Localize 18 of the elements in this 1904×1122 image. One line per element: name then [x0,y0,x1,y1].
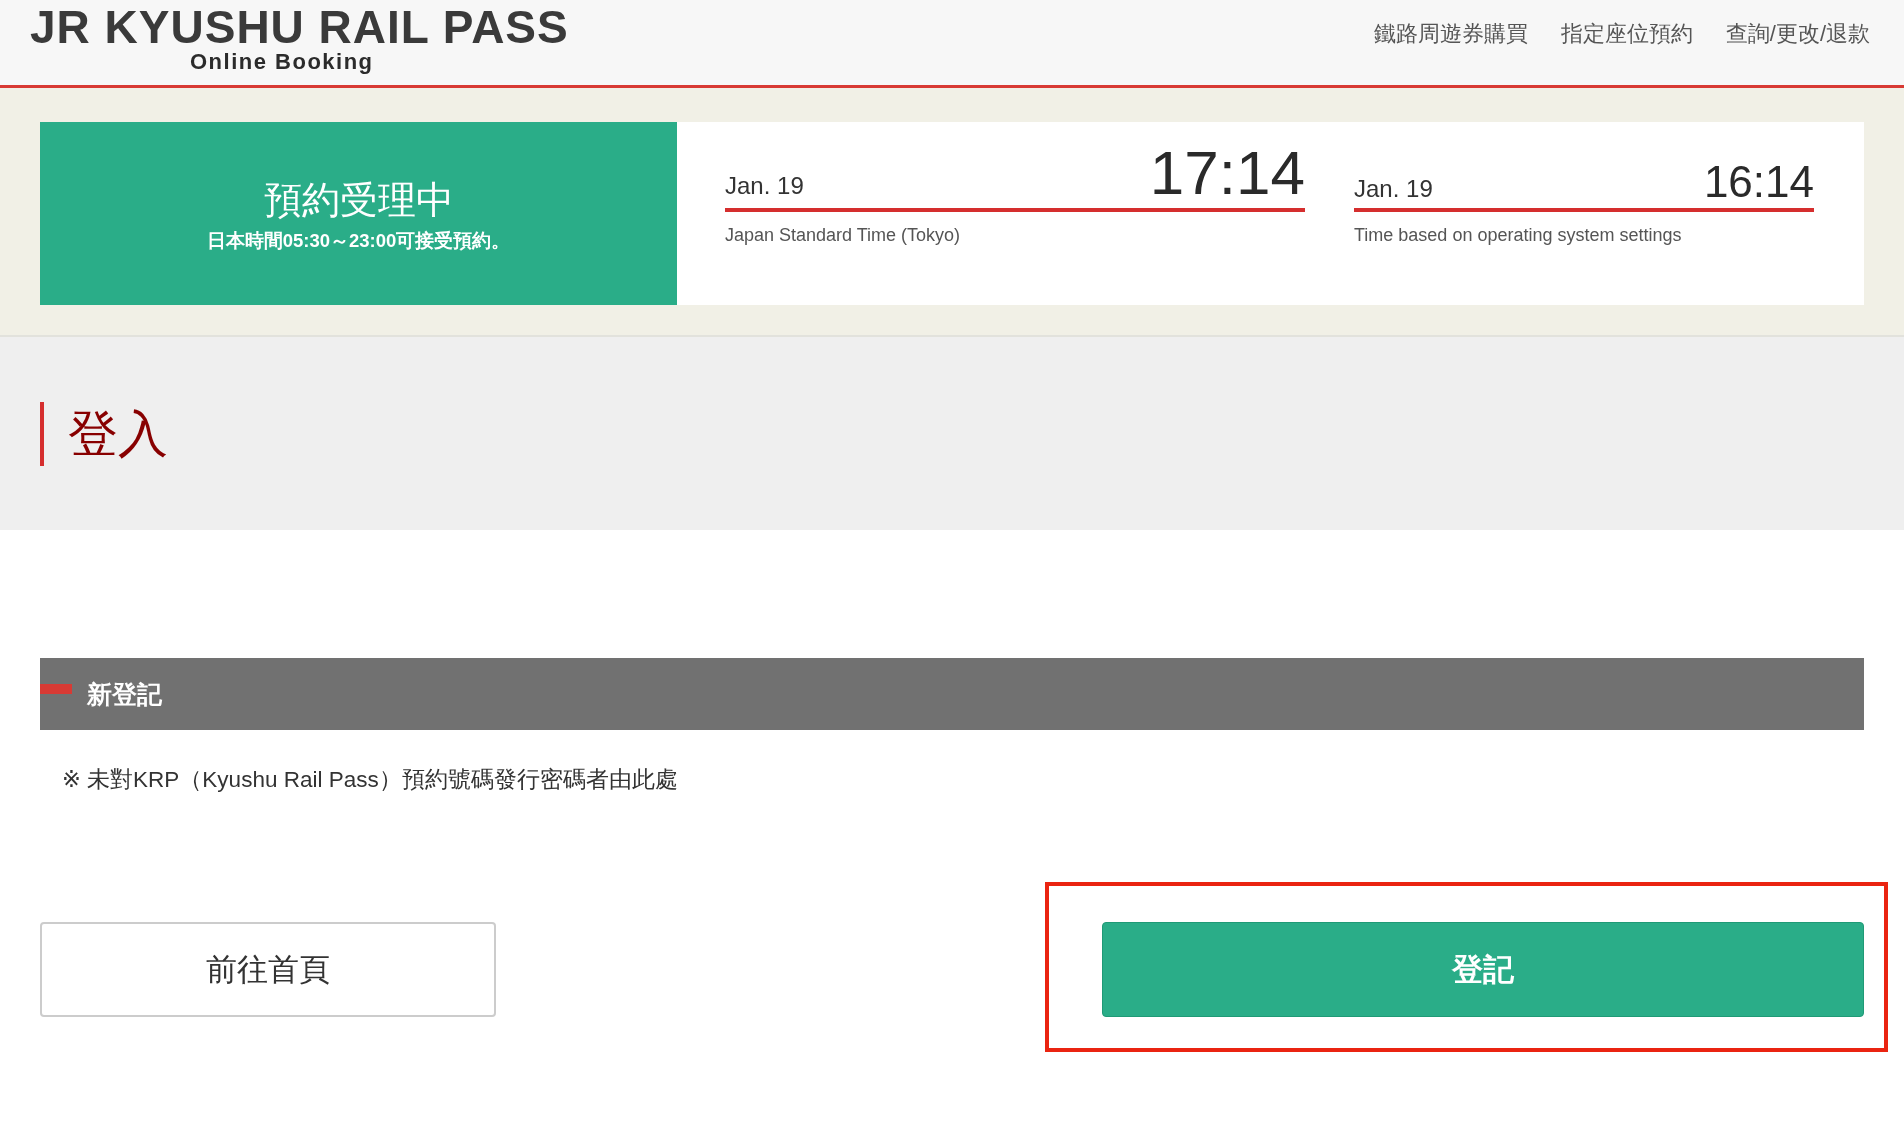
nav-link[interactable]: 鐵路周遊券購買 [1373,20,1528,48]
clock-caption: Time based on operating system settings [1354,224,1683,246]
clock-time: 16:14 [1703,156,1814,204]
section-marker [40,684,72,694]
nav-link[interactable]: 查詢/更改/退款 [1725,20,1870,48]
clock-time: 17:14 [1149,142,1305,204]
page-title: 登入 [40,401,168,466]
clock-date: Jan. 19 [1354,175,1433,203]
clock-caption: Japan Standard Time (Tokyo) [725,224,962,246]
status-title: 預約受理中 [263,177,454,223]
clock-date: Jan. 19 [725,172,804,200]
status-note: 日本時間05:30～23:00可接受預約。 [206,228,511,253]
logo-title[interactable]: JR KYUSHU RAIL PASS [30,4,569,50]
home-button[interactable]: 前往首頁 [40,922,496,1017]
logo-subtitle: Online Booking [190,50,374,74]
section-note: ※ 未對KRP（Kyushu Rail Pass）預約號碼發行密碼者由此處 [62,766,678,794]
nav-link[interactable]: 指定座位預約 [1560,20,1693,48]
section-title: 新登記 [87,678,162,710]
